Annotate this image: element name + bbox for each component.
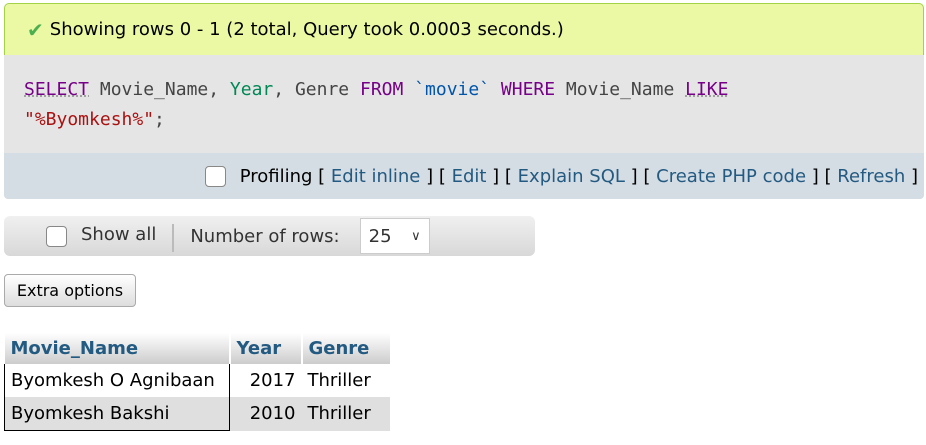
- sql-keyword[interactable]: LIKE: [685, 79, 728, 100]
- cell-genre: Thriller: [301, 397, 390, 431]
- sql-column: Movie_Name: [555, 79, 686, 100]
- sql-end: ;: [154, 109, 165, 130]
- cell-movie-name: Byomkesh Bakshi: [4, 397, 230, 431]
- column-header-year[interactable]: Year: [229, 333, 303, 364]
- sql-keyword: FROM: [359, 79, 404, 100]
- column-header-movie-name[interactable]: Movie_Name: [4, 333, 231, 364]
- create-php-code-link[interactable]: Create PHP code: [656, 166, 806, 187]
- column-header-genre[interactable]: Genre: [301, 333, 390, 364]
- sql-string: "%Byomkesh%": [24, 109, 155, 130]
- sql-fields: Movie_Name,: [89, 79, 230, 100]
- refresh-link[interactable]: Refresh: [837, 166, 905, 187]
- query-actions-bar: Profiling [ Edit inline ] [ Edit ] [ Exp…: [4, 153, 924, 199]
- explain-sql-link[interactable]: Explain SQL: [518, 166, 625, 187]
- edit-inline-link[interactable]: Edit inline: [331, 166, 420, 187]
- show-all-checkbox[interactable]: [46, 225, 67, 247]
- rows-label: Number of rows:: [190, 225, 340, 247]
- navigation-bar: Show all Number of rows: 25 ∨: [4, 216, 535, 256]
- show-all-label: Show all: [81, 223, 157, 245]
- table-row: Byomkesh O Agnibaan 2017 Thriller: [4, 364, 390, 397]
- rows-per-page-select[interactable]: 25 ∨: [359, 218, 430, 254]
- check-icon: ✔: [27, 17, 44, 42]
- sql-keyword[interactable]: SELECT: [24, 79, 89, 100]
- edit-link[interactable]: Edit: [452, 166, 487, 187]
- rows-value: 25: [368, 225, 392, 247]
- divider: [172, 224, 175, 252]
- table-row: Byomkesh Bakshi 2010 Thriller: [4, 397, 390, 431]
- profiling-checkbox[interactable]: [204, 165, 226, 187]
- extra-options-button[interactable]: Extra options: [4, 274, 136, 307]
- sql-fields: , Genre: [273, 79, 360, 100]
- table-header-row: Movie_Name Year Genre: [4, 333, 390, 364]
- cell-year: 2010: [229, 397, 302, 431]
- sql-query: SELECT Movie_Name, Year, Genre FROM `mov…: [4, 55, 924, 153]
- cell-movie-name: Byomkesh O Agnibaan: [4, 364, 230, 397]
- chevron-down-icon: ∨: [411, 228, 421, 244]
- sql-table: `movie`: [414, 79, 491, 100]
- success-text: Showing rows 0 - 1 (2 total, Query took …: [49, 19, 564, 40]
- cell-genre: Thriller: [301, 364, 390, 397]
- sql-field: Year: [229, 79, 274, 100]
- cell-year: 2017: [229, 364, 302, 397]
- results-table: Movie_Name Year Genre Byomkesh O Agnibaa…: [4, 333, 391, 431]
- sql-keyword: WHERE: [500, 79, 556, 100]
- success-message: ✔ Showing rows 0 - 1 (2 total, Query too…: [4, 3, 924, 55]
- profiling-label: Profiling: [239, 165, 313, 187]
